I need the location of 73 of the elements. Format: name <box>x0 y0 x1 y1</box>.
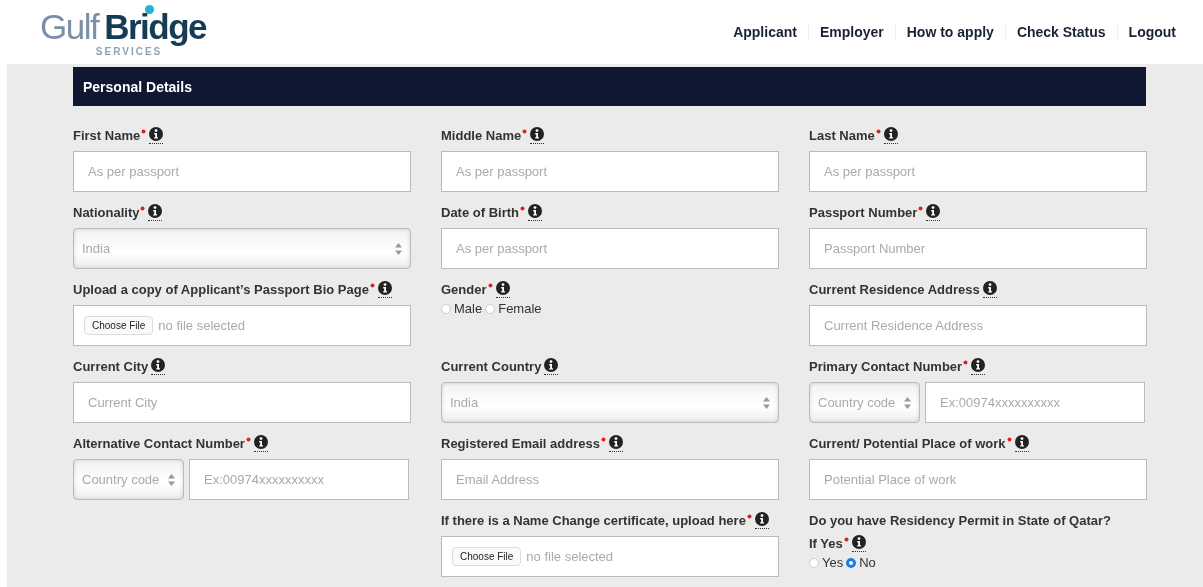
select-arrows-icon <box>763 396 770 409</box>
info-icon[interactable] <box>151 358 166 375</box>
field-label: Passport Number <box>809 204 918 222</box>
nav-link[interactable]: How to apply <box>894 24 1005 40</box>
info-icon[interactable] <box>544 358 559 375</box>
section-header: Personal Details <box>73 67 1146 106</box>
select-value: Country code <box>818 395 896 410</box>
nav-link[interactable]: Employer <box>807 24 895 40</box>
info-icon[interactable] <box>530 127 545 144</box>
field-label: Nationality <box>73 204 140 222</box>
select-value: Country code <box>82 472 160 487</box>
text-field[interactable]: Email Address <box>441 459 779 500</box>
text-field[interactable]: As per passport <box>809 151 1147 192</box>
info-icon[interactable] <box>883 127 898 144</box>
field-label: If there is a Name Change certificate, upload here <box>441 512 746 530</box>
info-icon[interactable] <box>528 204 542 221</box>
field-label: Registered Email address <box>441 435 600 453</box>
field-label: Current/ Potential Place of work <box>809 435 1006 453</box>
file-status: no file selected <box>158 318 246 333</box>
info-icon[interactable] <box>754 512 769 529</box>
radio-option[interactable]: Yes <box>809 555 844 570</box>
field-label: Middle Name <box>441 127 522 145</box>
radio-option[interactable]: No <box>846 555 876 570</box>
text-field[interactable]: As per passport <box>73 151 411 192</box>
info-icon[interactable] <box>982 281 997 298</box>
select-value: India <box>450 395 479 410</box>
select-value: India <box>82 241 111 256</box>
nav-link[interactable]: Check Status <box>1004 24 1117 40</box>
file-field[interactable]: Choose File no file selected <box>73 305 411 346</box>
logo-tagline: SERVICES <box>95 46 163 57</box>
info-icon[interactable] <box>926 204 941 221</box>
field-label: Current Country <box>441 358 542 376</box>
field-label: If Yes <box>809 535 843 553</box>
text-field[interactable]: Current Residence Address <box>809 305 1147 346</box>
field-label: Current Residence Address <box>809 281 980 299</box>
radio-option[interactable]: Male <box>441 301 483 316</box>
info-icon[interactable] <box>148 204 163 221</box>
field-label: Upload a copy of Applicant’s Passport Bio Page <box>73 281 369 299</box>
choose-file-button[interactable]: Choose File <box>452 547 522 566</box>
field-label: Last Name <box>809 127 875 145</box>
info-icon[interactable] <box>971 358 986 375</box>
radio-option[interactable]: Female <box>485 301 542 316</box>
text-field[interactable]: As per passport <box>441 151 779 192</box>
info-icon[interactable] <box>851 535 866 552</box>
select-arrows-icon <box>395 242 402 255</box>
field-question: Do you have Residency Permit in State of Qatar? <box>809 512 1112 530</box>
field-label: Primary Contact Number <box>809 358 963 376</box>
info-icon[interactable] <box>495 281 510 298</box>
field-label: Date of Birth <box>441 204 519 222</box>
info-icon[interactable] <box>608 435 623 452</box>
select-arrows-icon <box>904 396 911 409</box>
text-field[interactable]: Current City <box>73 382 411 423</box>
field-label: First Name <box>73 127 141 145</box>
field-label: Current City <box>73 358 149 376</box>
choose-file-button[interactable]: Choose File <box>84 316 154 335</box>
logo-dot-icon <box>145 5 154 14</box>
nav-link[interactable]: Applicant <box>722 24 808 40</box>
field-label: Gender <box>441 281 487 299</box>
info-icon[interactable] <box>149 127 164 144</box>
info-icon[interactable] <box>253 435 268 452</box>
text-field[interactable]: Potential Place of work <box>809 459 1147 500</box>
phone-field[interactable]: Ex:00974xxxxxxxxxx <box>925 382 1145 423</box>
phone-field[interactable]: Ex:00974xxxxxxxxxx <box>189 459 409 500</box>
select-arrows-icon <box>168 473 175 486</box>
text-field[interactable]: Passport Number <box>809 228 1147 269</box>
nav-link[interactable]: Logout <box>1116 24 1187 40</box>
logo-wordmark[interactable]: Gulf Bridge <box>40 9 207 44</box>
field-label: Alternative Contact Number <box>73 435 245 453</box>
info-icon[interactable] <box>1014 435 1029 452</box>
text-field[interactable]: As per passport <box>441 228 779 269</box>
file-status: no file selected <box>526 549 614 564</box>
file-field[interactable]: Choose File no file selected <box>441 536 779 577</box>
info-icon[interactable] <box>377 281 392 298</box>
